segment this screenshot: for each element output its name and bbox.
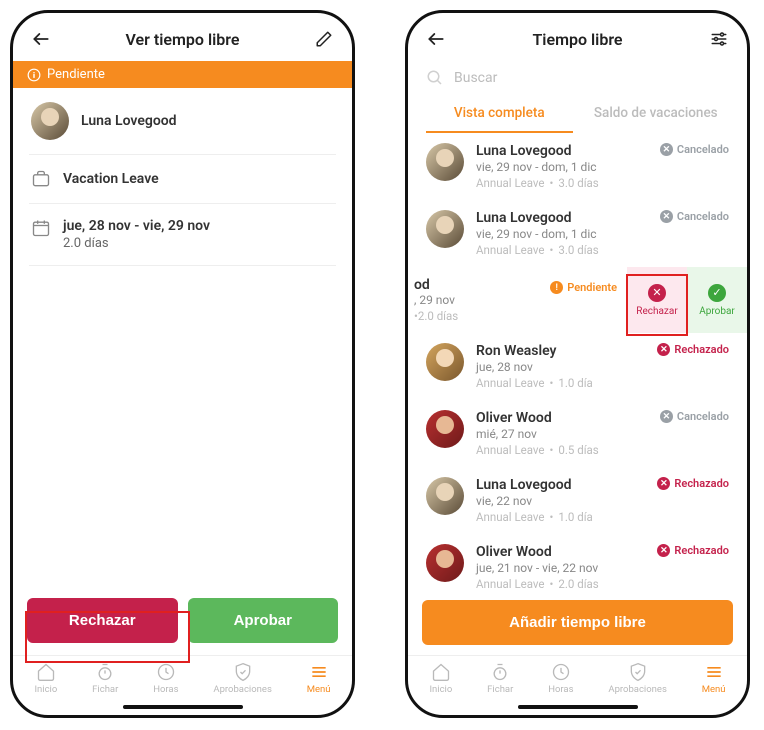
tab-bar: Inicio Fichar Horas Aprobaciones Menú xyxy=(408,655,747,699)
avatar xyxy=(426,210,464,248)
reject-button[interactable]: Rechazar xyxy=(27,598,178,643)
briefcase-icon xyxy=(31,169,51,189)
status-badge: ✕Rechazado xyxy=(657,343,729,356)
add-time-off-button[interactable]: Añadir tiempo libre xyxy=(422,600,733,645)
avatar xyxy=(426,410,464,448)
status-badge: ✕Cancelado xyxy=(660,210,729,223)
phone-detail-view: Ver tiempo libre Pendiente Luna Lovegood… xyxy=(10,10,355,718)
approve-button[interactable]: Aprobar xyxy=(188,598,339,643)
swipe-approve-button[interactable]: ✓ Aprobar xyxy=(687,267,747,333)
filter-button[interactable] xyxy=(707,27,731,51)
banner-text: Pendiente xyxy=(47,67,105,82)
calendar-icon xyxy=(31,218,51,238)
phone-list-view: Tiempo libre Buscar Vista completa Saldo… xyxy=(405,10,750,718)
status-badge: ✕Cancelado xyxy=(660,143,729,156)
duration: 2.0 días xyxy=(63,236,210,251)
list-item[interactable]: Ron Weasley jue, 28 nov Annual Leave•1.0… xyxy=(408,333,747,400)
tab-home[interactable]: Inicio xyxy=(429,662,452,695)
edit-button[interactable] xyxy=(312,27,336,51)
page-title: Ver tiempo libre xyxy=(126,30,240,49)
tab-clock[interactable]: Fichar xyxy=(487,662,513,695)
user-row: Luna Lovegood xyxy=(13,88,352,154)
check-icon: ✓ xyxy=(708,284,726,302)
swiped-list-item[interactable]: od , 29 nov •2.0 días !Pendiente ✕ Recha… xyxy=(408,267,747,333)
status-pending: !Pendiente xyxy=(550,281,617,294)
tab-menu[interactable]: Menú xyxy=(307,662,331,695)
list-item[interactable]: Luna Lovegood vie, 29 nov - dom, 1 dic A… xyxy=(408,133,747,200)
header: Tiempo libre xyxy=(408,13,747,61)
search-bar[interactable]: Buscar xyxy=(408,61,747,93)
home-indicator xyxy=(518,705,638,709)
request-list: Luna Lovegood vie, 29 nov - dom, 1 dic A… xyxy=(408,133,747,600)
user-name: Luna Lovegood xyxy=(81,113,177,129)
status-badge: ✕Rechazado xyxy=(657,477,729,490)
status-badge: ✕Cancelado xyxy=(660,410,729,423)
home-indicator xyxy=(123,705,243,709)
date-range: jue, 28 nov - vie, 29 nov xyxy=(63,218,210,234)
list-item[interactable]: Luna Lovegood vie, 29 nov - dom, 1 dic A… xyxy=(408,200,747,267)
tab-full-view[interactable]: Vista completa xyxy=(426,97,573,133)
avatar xyxy=(426,544,464,582)
tab-approvals[interactable]: Aprobaciones xyxy=(213,662,271,695)
search-icon xyxy=(426,69,444,87)
tab-bar: Inicio Fichar Horas Aprobaciones Menú xyxy=(13,655,352,699)
info-icon xyxy=(27,68,41,82)
date-row: jue, 28 nov - vie, 29 nov 2.0 días xyxy=(13,204,352,265)
swipe-reject-button[interactable]: ✕ Rechazar xyxy=(627,267,687,333)
avatar xyxy=(426,343,464,381)
status-banner: Pendiente xyxy=(13,61,352,88)
status-badge: ✕Rechazado xyxy=(657,544,729,557)
tab-home[interactable]: Inicio xyxy=(34,662,57,695)
back-button[interactable] xyxy=(424,27,448,51)
avatar xyxy=(426,143,464,181)
tab-balance[interactable]: Saldo de vacaciones xyxy=(583,97,730,133)
view-tabs: Vista completa Saldo de vacaciones xyxy=(408,93,747,133)
avatar xyxy=(31,102,69,140)
tab-hours[interactable]: Horas xyxy=(153,662,178,695)
page-title: Tiempo libre xyxy=(532,30,622,49)
leave-type-row: Vacation Leave xyxy=(13,155,352,203)
search-placeholder: Buscar xyxy=(454,70,497,86)
list-item[interactable]: Oliver Wood jue, 21 nov - vie, 22 nov An… xyxy=(408,534,747,600)
action-buttons: Rechazar Aprobar xyxy=(13,598,352,655)
close-icon: ✕ xyxy=(648,284,666,302)
list-item[interactable]: Luna Lovegood vie, 22 nov Annual Leave•1… xyxy=(408,467,747,534)
avatar xyxy=(426,477,464,515)
header: Ver tiempo libre xyxy=(13,13,352,61)
tab-hours[interactable]: Horas xyxy=(548,662,573,695)
list-item[interactable]: Oliver Wood mié, 27 nov Annual Leave•0.5… xyxy=(408,400,747,467)
tab-menu[interactable]: Menú xyxy=(702,662,726,695)
leave-type: Vacation Leave xyxy=(63,171,159,187)
tab-clock[interactable]: Fichar xyxy=(92,662,118,695)
back-button[interactable] xyxy=(29,27,53,51)
tab-approvals[interactable]: Aprobaciones xyxy=(608,662,666,695)
